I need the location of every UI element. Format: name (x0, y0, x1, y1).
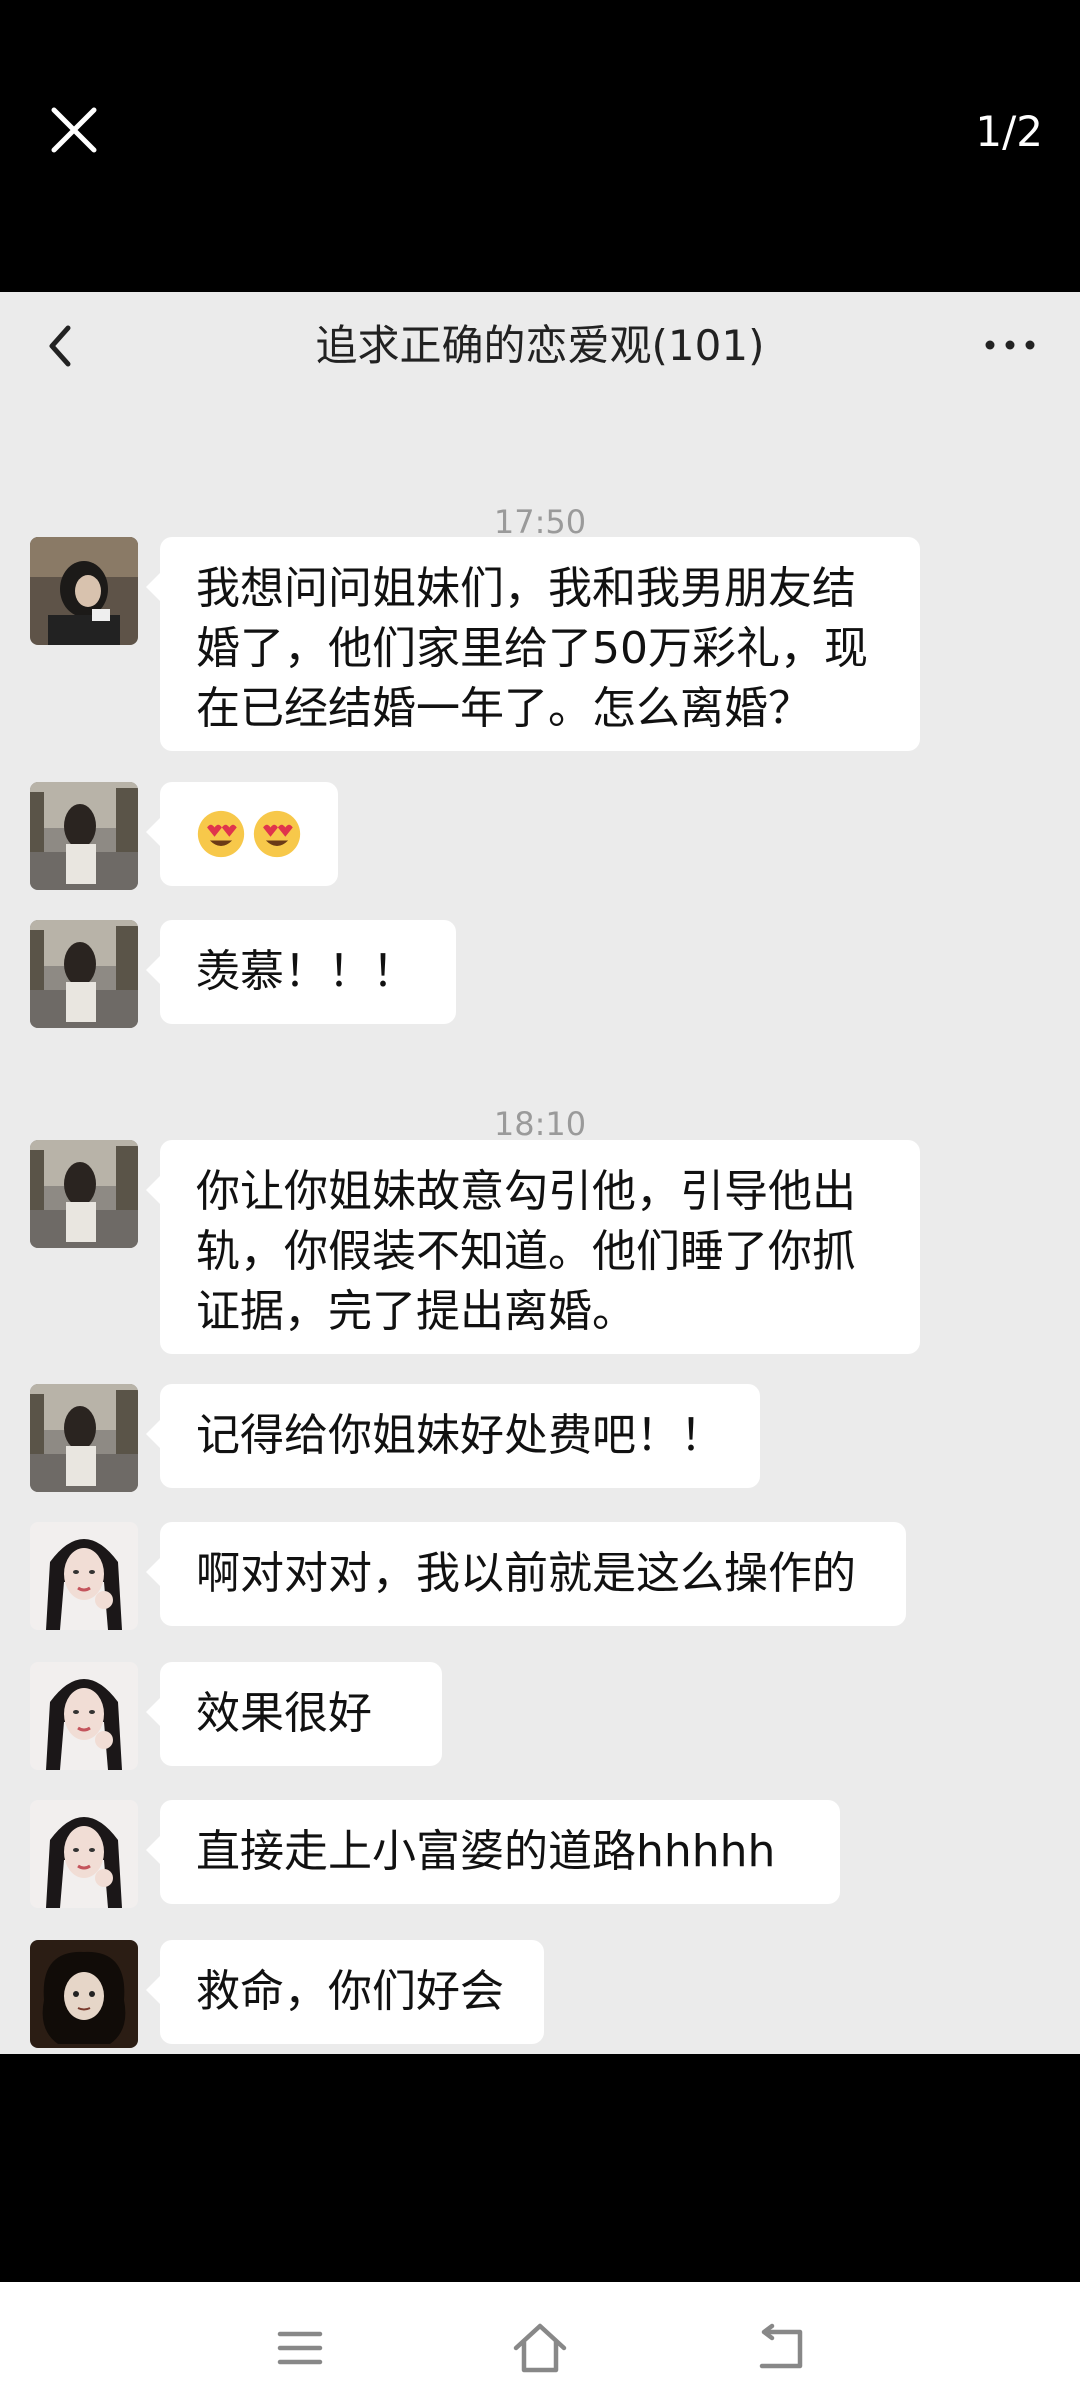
heart-eyes-emoji (253, 810, 301, 858)
message-bubble[interactable]: 直接走上小富婆的道路hhhhh (146, 1800, 840, 1904)
image-viewer-bottom (0, 2054, 1080, 2282)
message-bubble[interactable]: 记得给你姐妹好处费吧！！ (146, 1384, 760, 1488)
message-bubble[interactable]: 你让你姐妹故意勾引他，引导他出轨，你假装不知道。他们睡了你抓证据，完了提出离婚。 (146, 1140, 920, 1354)
back-nav-icon[interactable] (750, 2318, 810, 2378)
avatar[interactable] (30, 920, 138, 1028)
message-bubble[interactable]: 啊对对对，我以前就是这么操作的 (146, 1522, 906, 1626)
message-bubble[interactable]: 我想问问姐妹们，我和我男朋友结婚了，他们家里给了50万彩礼，现在已经结婚一年了。… (146, 537, 920, 751)
avatar[interactable] (30, 782, 138, 890)
message-bubble[interactable]: 救命，你们好会 (146, 1940, 544, 2044)
system-nav-bar (0, 2282, 1080, 2408)
avatar[interactable] (30, 1940, 138, 2048)
more-dots-icon[interactable] (980, 330, 1040, 360)
chat-title: 追求正确的恋爱观(101) (315, 321, 765, 370)
image-viewer-top-bar: 1/2 (0, 0, 1080, 292)
close-icon[interactable] (44, 100, 104, 160)
message-bubble[interactable] (146, 782, 338, 886)
message-bubble[interactable]: 羡慕！！！ (146, 920, 456, 1024)
chat-screenshot: 追求正确的恋爱观(101) 17:50 我想问问姐妹们，我和我男朋友结婚了，他们… (0, 292, 1080, 2054)
avatar[interactable] (30, 1800, 138, 1908)
avatar[interactable] (30, 1522, 138, 1630)
heart-eyes-emoji (197, 810, 245, 858)
avatar[interactable] (30, 1662, 138, 1770)
home-icon[interactable] (510, 2318, 570, 2378)
avatar[interactable] (30, 1140, 138, 1248)
menu-icon[interactable] (270, 2318, 330, 2378)
chat-header: 追求正确的恋爱观(101) (0, 292, 1080, 402)
time-stamp: 17:50 (493, 503, 587, 541)
page-counter: 1/2 (975, 107, 1043, 156)
time-stamp: 18:10 (493, 1105, 587, 1143)
avatar[interactable] (30, 1384, 138, 1492)
message-bubble[interactable]: 效果很好 (146, 1662, 442, 1766)
avatar[interactable] (30, 537, 138, 645)
